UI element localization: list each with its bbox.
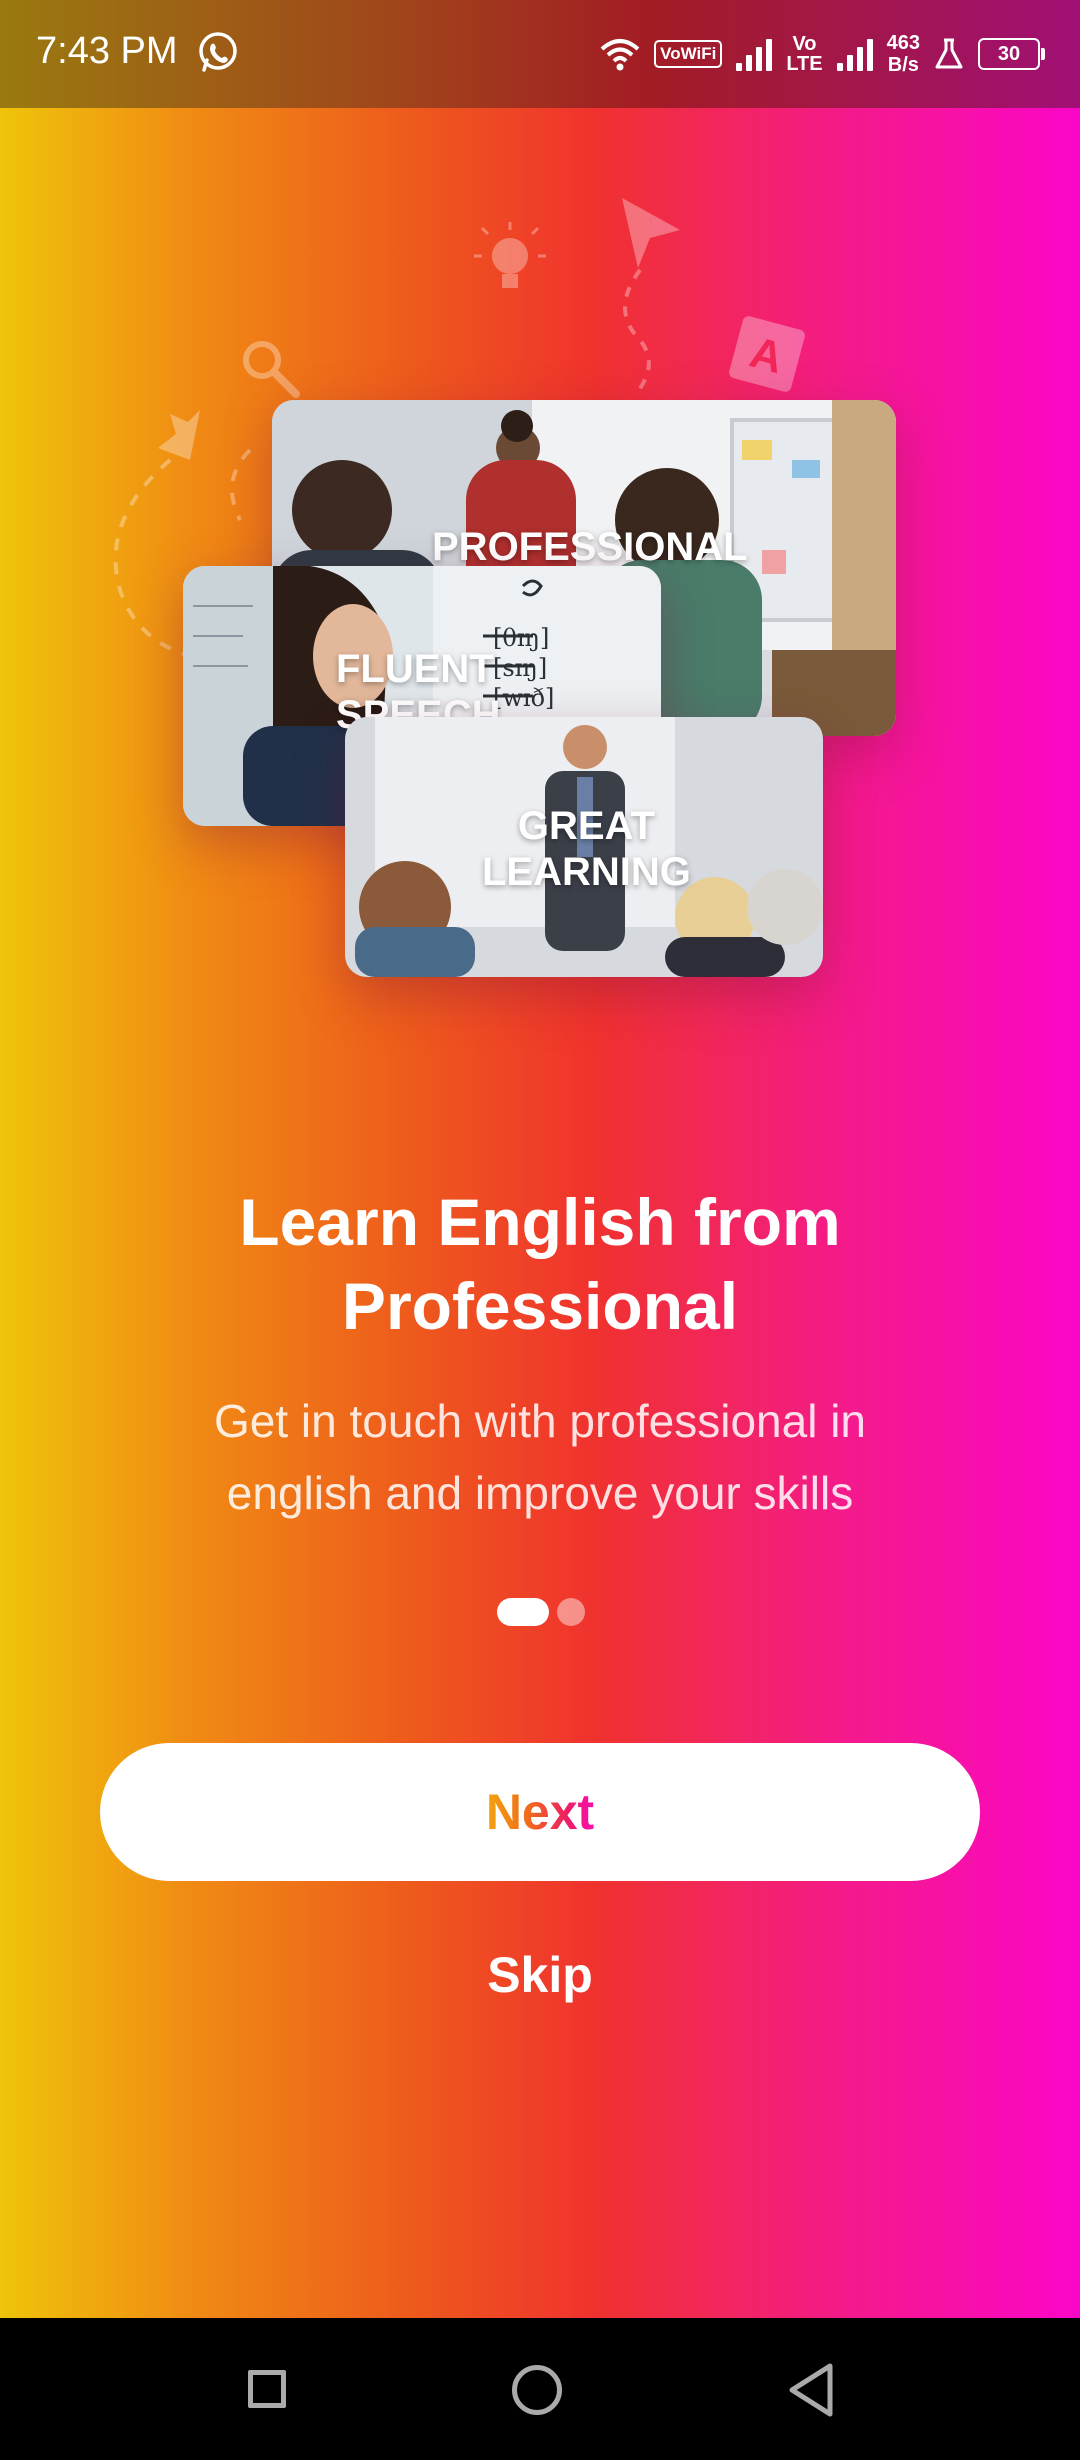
system-nav-bar [0,2318,1080,2460]
card-label-professional: PROFESSIONAL [432,525,748,569]
whatsapp-icon [199,32,237,72]
next-button-label: Next [485,1784,595,1840]
home-icon[interactable] [512,2365,562,2415]
magnifier-icon [243,341,300,398]
next-button[interactable]: Next [100,1743,980,1881]
lab-flask-icon [935,38,963,69]
battery-icon: 30 [978,38,1045,70]
svg-text:[sɪŋ]: [sɪŋ] [493,654,547,682]
letter-a-icon: A [729,316,805,392]
cursor-arrow-icon [622,198,680,397]
volte-badge: Vo LTE [786,33,823,75]
page-indicator [497,1598,585,1626]
onboarding-title: Learn English from Professional [239,1185,841,1343]
skip-button[interactable]: Skip [440,1940,640,2010]
page-dot [557,1598,585,1626]
page-dot-active [497,1598,549,1626]
signal-icon [736,37,773,71]
card-label-great-learning: GREAT LEARNING [482,804,691,894]
svg-text:[θɪŋ]: [θɪŋ] [493,624,549,652]
svg-text:[wɪð]: [wɪð] [493,684,554,712]
status-bar: 7:43 PM VoWiFi Vo LTE 463 B/s 30 [0,0,1080,108]
back-icon[interactable] [786,2362,836,2418]
signal-icon-2 [836,37,873,71]
card-great-learning: GREAT LEARNING [345,717,823,977]
vowifi-badge: VoWiFi [654,40,723,68]
onboarding-subtitle: Get in touch with professional in englis… [213,1395,867,1519]
lightbulb-icon [474,222,546,288]
wifi-icon [600,39,640,71]
network-speed: 463 B/s [886,32,920,76]
recent-apps-icon[interactable] [248,2370,286,2408]
status-icons: VoWiFi Vo LTE 463 B/s 30 [600,24,1045,84]
status-time: 7:43 PM [36,30,178,72]
